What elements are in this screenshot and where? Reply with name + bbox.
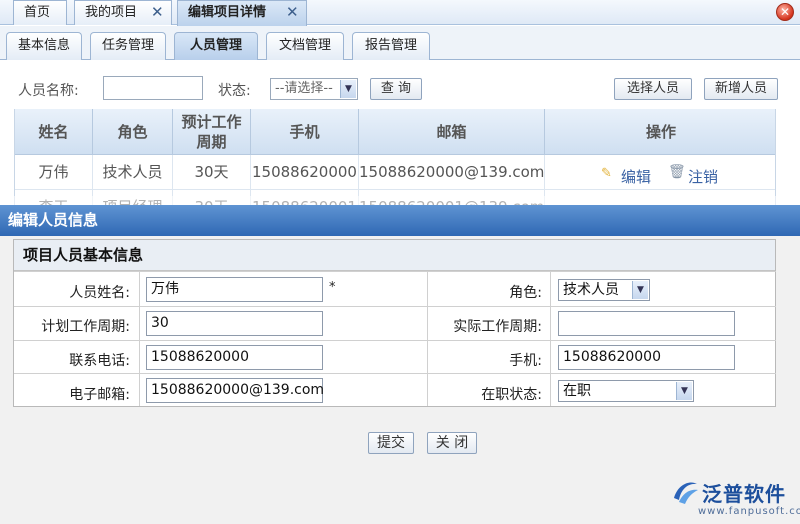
select-person-button[interactable]: 选择人员 [614, 78, 692, 100]
brand-logo: 泛普软件 www.fanpusoft.com [668, 478, 800, 520]
divider [14, 271, 776, 272]
person-name-field[interactable]: 万伟 [146, 277, 323, 302]
cell-mobile: 15088620000 [251, 155, 359, 190]
planned-period-field[interactable]: 30 [146, 311, 323, 336]
top-tab-bar: 首页 我的项目 ✕ 编辑项目详情 ✕ ✕ [0, 0, 800, 26]
column-header-period-line1: 预计工作 [181, 113, 242, 131]
chevron-down-icon: ▼ [340, 80, 356, 98]
divider [14, 340, 776, 341]
tab-task-management[interactable]: 任务管理 [90, 32, 166, 60]
tab-edit-project-details-label: 编辑项目详情 [188, 5, 267, 20]
close-button[interactable]: 关 闭 [427, 432, 477, 454]
divider [427, 271, 428, 406]
employment-status-value: 在职 [563, 383, 591, 399]
tab-label: 报告管理 [364, 38, 417, 53]
column-header-role: 角色 [93, 109, 173, 155]
edit-link[interactable]: 编辑 [621, 166, 651, 187]
section-title: 项目人员基本信息 [23, 246, 144, 264]
phone-label: 联系电话: [69, 353, 130, 369]
column-header-mobile: 手机 [251, 109, 359, 155]
query-button[interactable]: 查 询 [370, 78, 422, 100]
tab-personnel-management[interactable]: 人员管理 [174, 32, 258, 60]
tab-my-projects-label: 我的项目 [85, 5, 138, 20]
column-header-email: 邮箱 [359, 109, 545, 155]
column-header-name: 姓名 [15, 109, 93, 155]
actual-period-label: 实际工作周期: [453, 319, 542, 335]
tab-basic-info[interactable]: 基本信息 [6, 32, 82, 60]
divider [14, 373, 776, 374]
cell-action [545, 155, 775, 190]
employment-status-label: 在职状态: [481, 387, 542, 403]
logo-url: www.fanpusoft.com [698, 506, 800, 517]
person-name-field-label: 人员姓名: [69, 285, 130, 301]
cell-role: 技术人员 [93, 155, 173, 190]
pencil-icon[interactable]: ✎ [601, 166, 612, 181]
column-header-period: 预计工作 周期 [173, 109, 251, 155]
tab-label: 人员管理 [189, 38, 242, 53]
close-icon[interactable]: ✕ [151, 4, 165, 20]
personnel-grid: 姓名 角色 预计工作 周期 手机 邮箱 操作 万伟 技术人员 30天 15088… [14, 109, 776, 209]
cell-email: 15088620000@139.com [359, 155, 545, 190]
close-icon[interactable]: ✕ [286, 4, 300, 20]
cell-period: 30天 [173, 155, 251, 190]
phone-field[interactable]: 15088620000 [146, 345, 323, 370]
column-header-action: 操作 [545, 109, 775, 155]
tab-label: 任务管理 [101, 38, 154, 53]
employment-status-select[interactable]: 在职 ▼ [558, 380, 694, 402]
person-name-label: 人员名称: [18, 83, 79, 99]
required-mark: * [329, 280, 336, 295]
cell-name: 万伟 [15, 155, 93, 190]
logo-name: 泛普软件 [702, 482, 786, 506]
email-label: 电子邮箱: [69, 387, 130, 403]
status-label: 状态: [218, 83, 251, 99]
role-select-value: 技术人员 [563, 282, 619, 298]
column-header-period-line2: 周期 [196, 133, 227, 151]
sub-tab-bar: 基本信息 任务管理 人员管理 文档管理 报告管理 [0, 26, 800, 60]
email-field[interactable]: 15088620000@139.com [146, 378, 324, 403]
mobile-field[interactable]: 15088620000 [558, 345, 735, 370]
actual-period-field[interactable] [558, 311, 735, 336]
trash-icon[interactable]: 🗑 [668, 164, 686, 180]
planned-period-label: 计划工作周期: [41, 319, 130, 335]
chevron-down-icon: ▼ [632, 281, 648, 299]
submit-button[interactable]: 提交 [368, 432, 414, 454]
cancel-link[interactable]: 注销 [688, 166, 718, 187]
tab-label: 基本信息 [17, 38, 70, 53]
dialog-title: 编辑人员信息 [0, 205, 800, 236]
divider [139, 271, 140, 406]
tab-document-management[interactable]: 文档管理 [266, 32, 344, 60]
close-icon[interactable]: ✕ [776, 3, 794, 21]
tab-report-management[interactable]: 报告管理 [352, 32, 430, 60]
person-name-input[interactable] [103, 76, 203, 100]
divider [550, 271, 551, 406]
tab-home-label: 首页 [24, 5, 51, 20]
tab-my-projects[interactable]: 我的项目 ✕ [74, 0, 172, 25]
tab-home[interactable]: 首页 [13, 0, 67, 25]
divider [14, 306, 776, 307]
logo-icon [674, 482, 698, 504]
tab-edit-project-details[interactable]: 编辑项目详情 ✕ [177, 0, 307, 26]
status-select[interactable]: --请选择-- ▼ [270, 78, 358, 100]
mobile-label: 手机: [509, 353, 542, 369]
role-label: 角色: [509, 285, 542, 301]
status-select-value: --请选择-- [275, 81, 333, 96]
add-person-button[interactable]: 新增人员 [704, 78, 778, 100]
tab-label: 文档管理 [278, 38, 331, 53]
role-select[interactable]: 技术人员 ▼ [558, 279, 650, 301]
chevron-down-icon: ▼ [676, 382, 692, 400]
